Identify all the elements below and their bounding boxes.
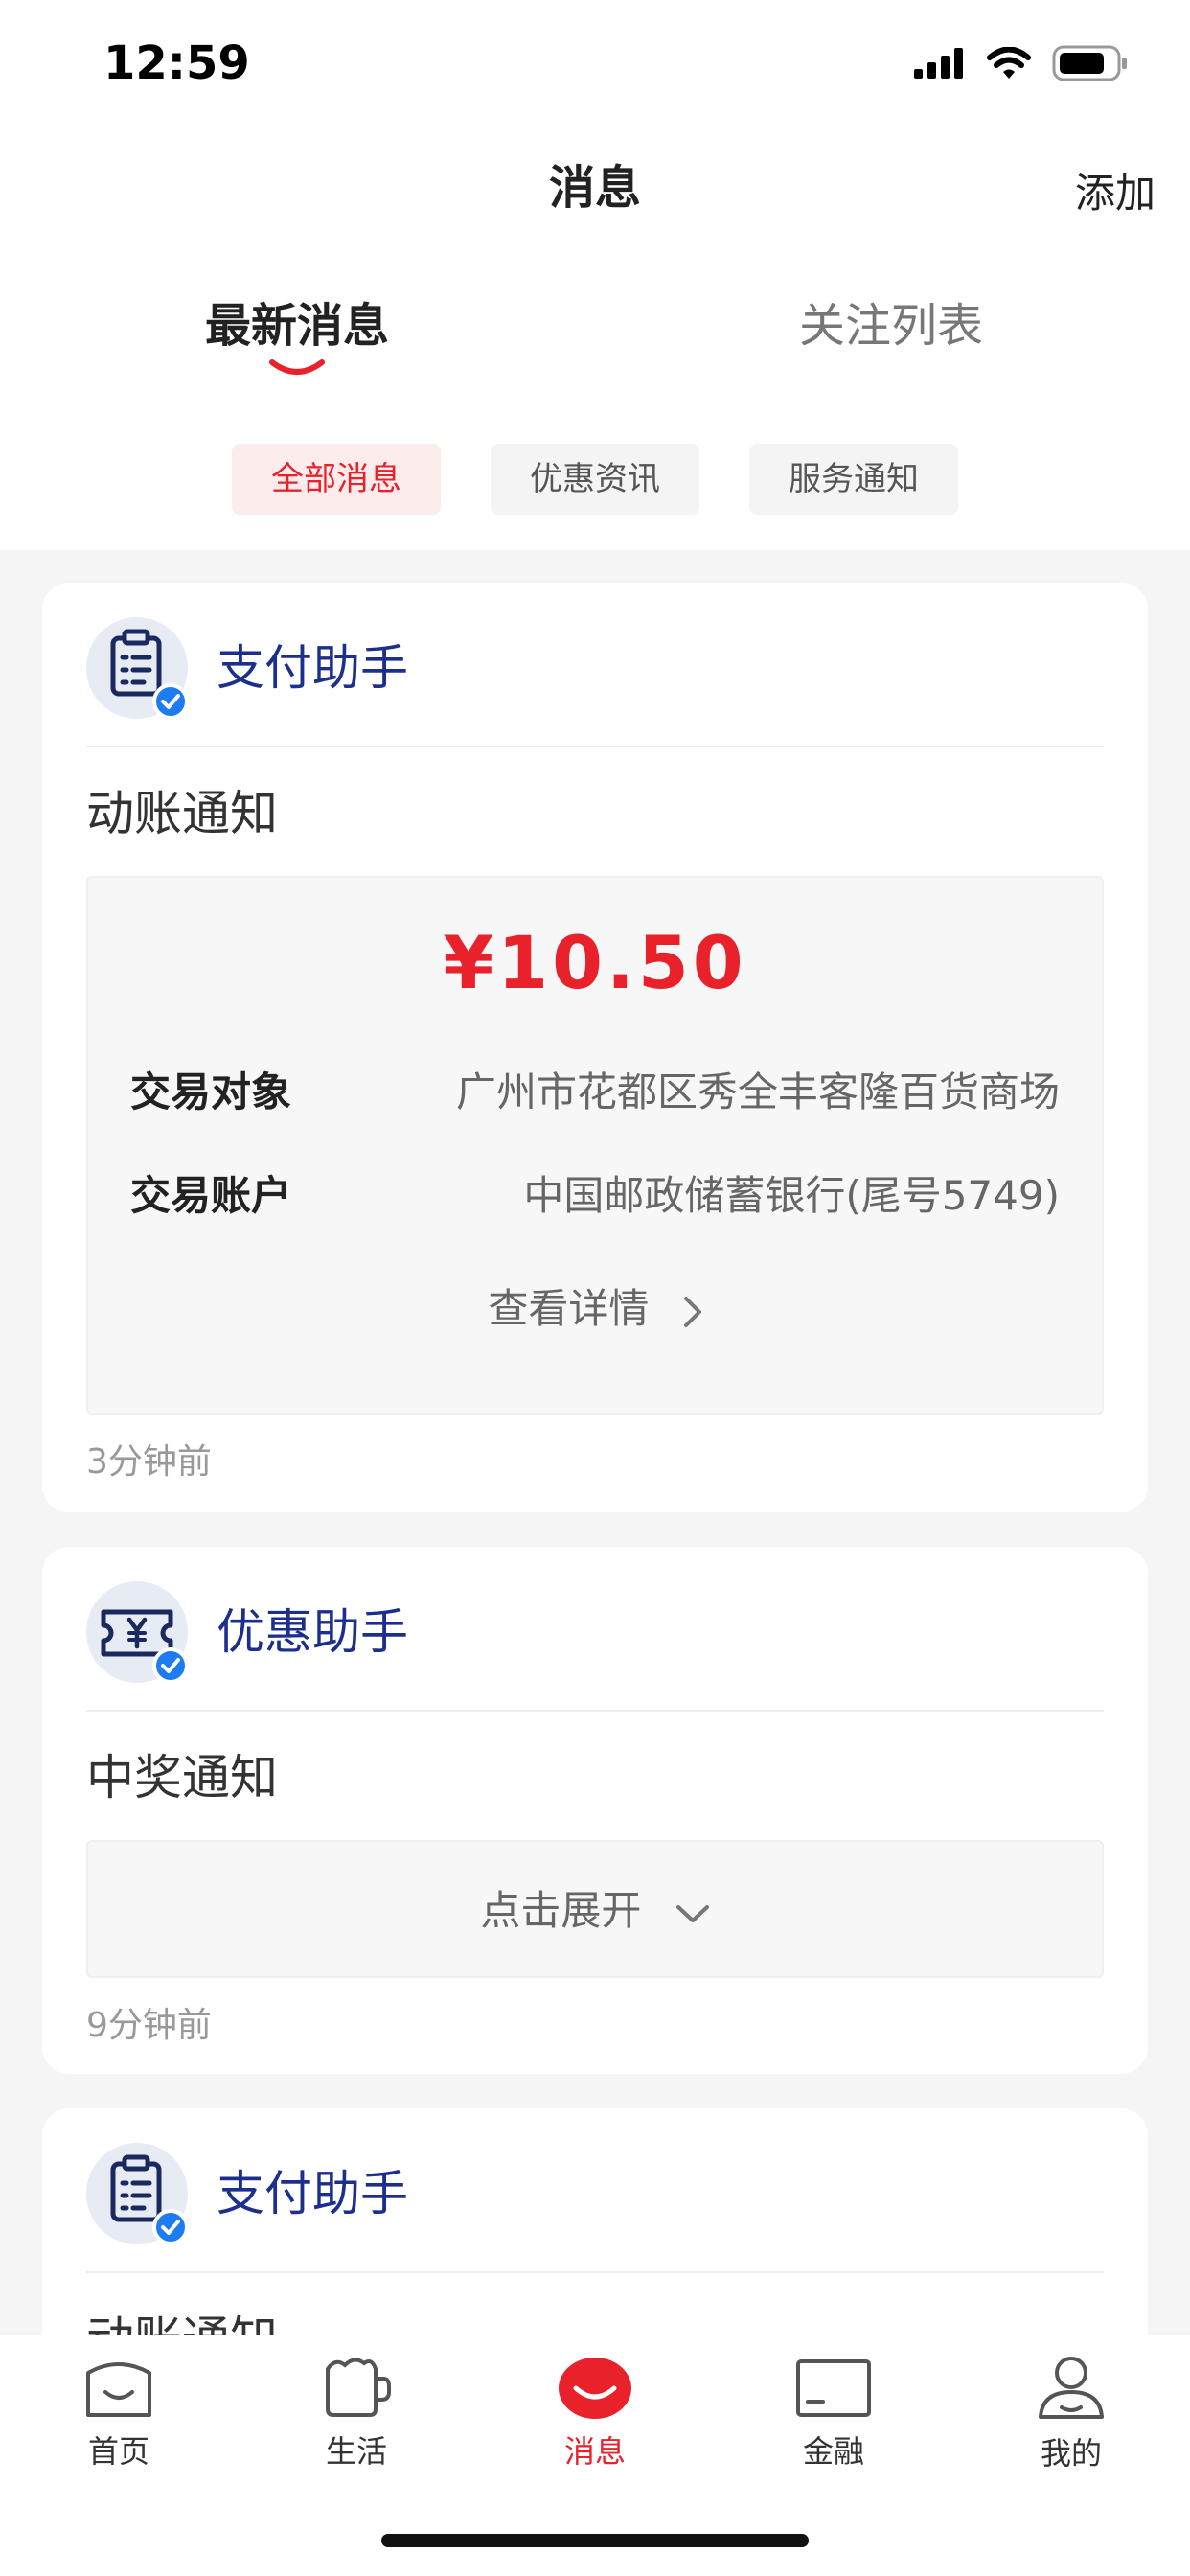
counterparty-label: 交易对象 [130, 1069, 292, 1116]
expand-label: 点击展开 [480, 1887, 642, 1934]
message-subject: 中奖通知 [86, 1750, 278, 1806]
battery-icon [1052, 45, 1127, 81]
payment-assistant-avatar [86, 617, 188, 719]
filter-service-notices[interactable]: 服务通知 [749, 444, 958, 515]
tab-messages[interactable]: 消息 [518, 2354, 672, 2497]
message-time: 9分钟前 [86, 2006, 212, 2045]
status-icons [914, 44, 1129, 82]
card-icon [796, 2359, 871, 2417]
sender-name: 支付助手 [217, 2166, 408, 2221]
tab-label: 生活 [325, 2433, 387, 2470]
page-title: 消息 [548, 161, 641, 215]
wifi-icon [987, 47, 1031, 79]
chevron-down-icon [675, 1904, 709, 1922]
profile-icon [1039, 2357, 1104, 2419]
expand-button[interactable]: 点击展开 [88, 1884, 1102, 1938]
tab-follow-list[interactable]: 关注列表 [747, 297, 1035, 355]
sender-name: 支付助手 [217, 640, 408, 696]
tab-finance[interactable]: 金融 [757, 2354, 910, 2497]
home-indicator[interactable] [381, 2534, 809, 2547]
header-area: 12:59 消息 添加 最新消息 关注列表 全部消息 优惠资讯 服务通知 [0, 0, 1190, 550]
message-subject: 动账通知 [86, 786, 278, 841]
card-divider [86, 746, 1104, 748]
messages-screen: 12:59 消息 添加 最新消息 关注列表 全部消息 优惠资讯 服务通知 支付助… [0, 0, 1190, 2576]
message-smile-icon [559, 2358, 631, 2419]
tab-latest-messages[interactable]: 最新消息 [153, 297, 441, 355]
clipboard-list-icon [110, 629, 188, 719]
tab-label: 我的 [1040, 2435, 1102, 2472]
sender-name: 优惠助手 [217, 1604, 408, 1660]
counterparty-value: 广州市花都区秀全丰客隆百货商场 [455, 1069, 1060, 1116]
collapsed-content-box[interactable]: 点击展开 [86, 1840, 1104, 1978]
home-icon [86, 2362, 151, 2417]
view-details-link[interactable]: 查看详情 [88, 1282, 1102, 1336]
status-time: 12:59 [103, 36, 250, 90]
chevron-right-icon [683, 1296, 701, 1327]
clipboard-list-icon [110, 2154, 188, 2244]
coupon-yen-icon [101, 1609, 188, 1683]
transaction-detail-box: ¥10.50 交易对象 广州市花都区秀全丰客隆百货商场 交易账户 中国邮政储蓄银… [86, 876, 1104, 1414]
tab-label: 首页 [87, 2433, 149, 2470]
message-card-payment[interactable]: 支付助手 动账通知 ¥10.50 交易对象 广州市花都区秀全丰客隆百货商场 交易… [42, 583, 1148, 1512]
tab-label: 金融 [802, 2433, 864, 2470]
tab-life[interactable]: 生活 [280, 2354, 433, 2497]
card-divider [86, 2271, 1104, 2273]
tab-home[interactable]: 首页 [42, 2354, 195, 2497]
message-time: 3分钟前 [86, 1442, 212, 1482]
account-label: 交易账户 [130, 1172, 292, 1219]
message-card-promotion[interactable]: 优惠助手 中奖通知 点击展开 9分钟前 [42, 1547, 1148, 2074]
payment-assistant-avatar [86, 2143, 188, 2244]
view-details-label: 查看详情 [488, 1285, 650, 1332]
filter-all-messages[interactable]: 全部消息 [232, 444, 441, 515]
filter-promotions[interactable]: 优惠资讯 [491, 444, 699, 515]
transaction-amount: ¥10.50 [443, 920, 747, 1005]
signal-icon [914, 48, 963, 79]
promotion-assistant-avatar [86, 1581, 188, 1683]
tab-active-indicator [269, 359, 325, 375]
account-value: 中国邮政储蓄银行(尾号5749) [523, 1172, 1060, 1219]
tab-profile[interactable]: 我的 [995, 2354, 1148, 2497]
card-divider [86, 1710, 1104, 1712]
cup-icon [326, 2358, 391, 2417]
add-button[interactable]: 添加 [1075, 165, 1156, 222]
tab-label: 消息 [563, 2433, 626, 2470]
